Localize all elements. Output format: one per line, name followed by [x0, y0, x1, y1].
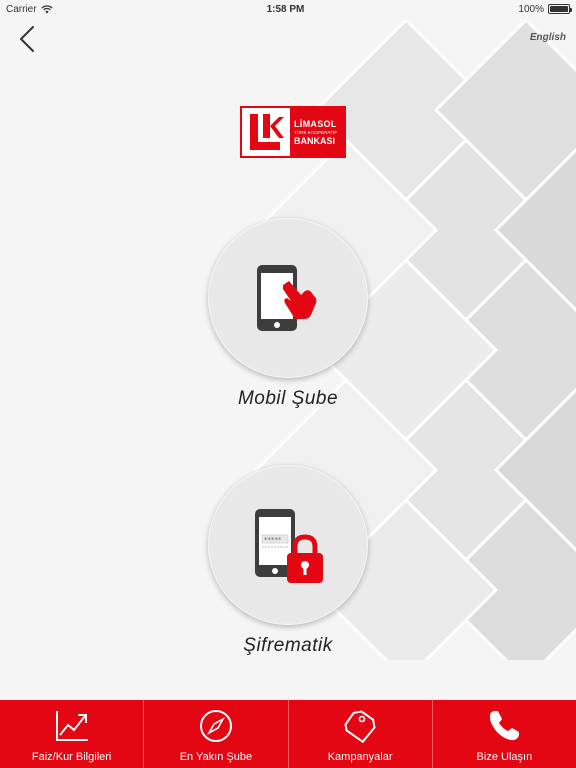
tab-icon-wrap [199, 707, 233, 745]
logo-line-1: LİMASOL [294, 118, 337, 129]
tab-faiz-kur[interactable]: Faiz/Kur Bilgileri [0, 700, 145, 768]
logo-text: LİMASOL TÜRK KOOPERATİF BANKASI [290, 108, 344, 156]
tab-en-yakin-sube[interactable]: En Yakın Şube [144, 700, 289, 768]
logo-line-3: BANKASI [294, 135, 336, 146]
tab-icon-wrap [54, 707, 90, 745]
phone-icon [490, 711, 520, 741]
tab-label: Faiz/Kur Bilgileri [31, 751, 112, 763]
chevron-left-icon [20, 26, 34, 52]
logo-lk-icon [250, 114, 284, 150]
logo-mark [242, 108, 290, 156]
logo-line-2: TÜRK KOOPERATİF [294, 129, 338, 135]
tab-icon-wrap [342, 707, 378, 745]
status-right: 100% [518, 3, 572, 15]
battery-percent: 100% [518, 3, 544, 15]
carrier-label: Carrier [6, 3, 37, 15]
tab-bize-ulasin[interactable]: Bize Ulaşın [433, 700, 576, 768]
status-left: Carrier [6, 4, 53, 15]
tab-label: Bize Ulaşın [476, 751, 533, 763]
bottom-tab-bar: Faiz/Kur Bilgileri En Yakın Şube Kampany… [0, 700, 576, 768]
svg-text:*****: ***** [264, 536, 282, 544]
mobil-sube-button[interactable] [208, 218, 368, 378]
tab-icon-wrap [487, 707, 521, 745]
tab-kampanyalar[interactable]: Kampanyalar [289, 700, 433, 768]
bank-logo: LİMASOL TÜRK KOOPERATİF BANKASI [240, 106, 346, 158]
phone-lock-icon: ***** [255, 509, 323, 583]
language-link[interactable]: English [530, 32, 566, 43]
chart-icon [55, 711, 88, 741]
tag-icon [344, 710, 376, 744]
sifrematik-button[interactable]: ***** [208, 465, 368, 625]
status-time: 1:58 PM [266, 3, 305, 15]
sifrematik-label[interactable]: Şifrematik [0, 635, 576, 657]
wifi-icon [41, 4, 53, 13]
tab-label: Kampanyalar [327, 751, 393, 763]
battery-icon [548, 4, 572, 14]
compass-icon [199, 710, 232, 742]
tab-label: En Yakın Şube [179, 751, 253, 763]
phone-touch-icon [257, 265, 317, 331]
back-button[interactable] [12, 24, 42, 54]
mobil-sube-label[interactable]: Mobil Şube [0, 388, 576, 410]
status-bar: Carrier 1:58 PM 100% [0, 0, 576, 18]
